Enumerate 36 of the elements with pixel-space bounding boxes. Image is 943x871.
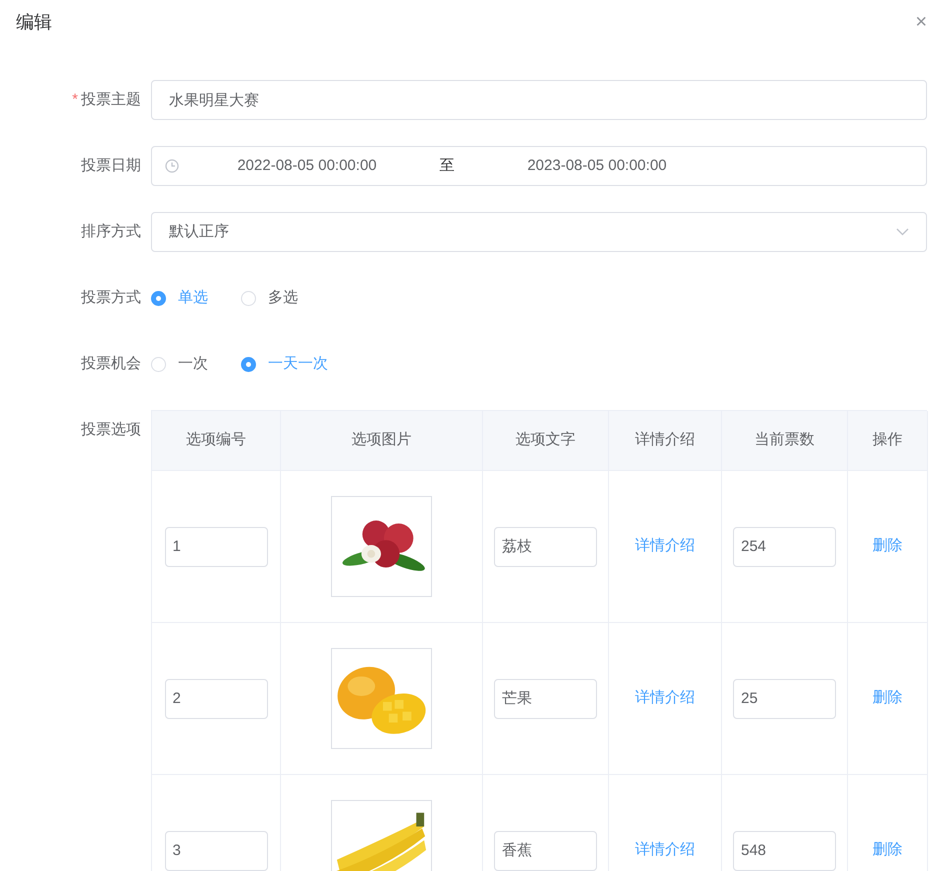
- column-header: 选项图片: [281, 411, 483, 471]
- field-label: 投票选项: [81, 420, 141, 440]
- radio-option[interactable]: 多选: [241, 286, 298, 310]
- subject-input[interactable]: 水果明星大赛: [151, 80, 927, 120]
- column-header: 详情介绍: [609, 411, 722, 471]
- range-separator: 至: [438, 156, 456, 176]
- field-label: 投票方式: [81, 288, 141, 308]
- field-label: 投票日期: [81, 156, 141, 176]
- number-input[interactable]: 3: [164, 830, 268, 870]
- votes-input[interactable]: 25: [733, 678, 836, 718]
- votes-input[interactable]: 548: [733, 830, 836, 870]
- field-label: 投票机会: [81, 354, 141, 374]
- column-header: 选项编号: [152, 411, 281, 471]
- column-header: 操作: [848, 411, 928, 471]
- date-value: 2022-08-05 00:00:00: [236, 156, 378, 176]
- number-input[interactable]: 1: [164, 526, 268, 566]
- clock-icon: [165, 159, 179, 173]
- sort-select[interactable]: 默认正序: [151, 212, 927, 252]
- radio-button[interactable]: [241, 356, 256, 372]
- column-header: 当前票数: [722, 411, 848, 471]
- radio-option[interactable]: 一次: [151, 352, 208, 376]
- date-range-field[interactable]: 2022-08-05 00:00:00 至 2023-08-05 00:00:00: [151, 146, 927, 186]
- required-mark: *: [72, 90, 78, 110]
- text-input[interactable]: 芒果: [494, 678, 597, 718]
- field-label: 排序方式: [81, 222, 141, 242]
- number-input[interactable]: 2: [164, 678, 268, 718]
- date-value: 2023-08-05 00:00:00: [526, 156, 668, 176]
- chevron-down-icon: [896, 228, 909, 236]
- radio-button[interactable]: [151, 290, 166, 306]
- dialog-title: 编辑: [16, 10, 52, 34]
- field-label: 投票主题: [81, 90, 141, 110]
- text-input[interactable]: 荔枝: [494, 526, 597, 566]
- votes-input[interactable]: 254: [733, 526, 836, 566]
- column-header: 选项文字: [483, 411, 609, 471]
- close-button[interactable]: ×: [915, 12, 927, 32]
- text-input[interactable]: 香蕉: [494, 830, 597, 870]
